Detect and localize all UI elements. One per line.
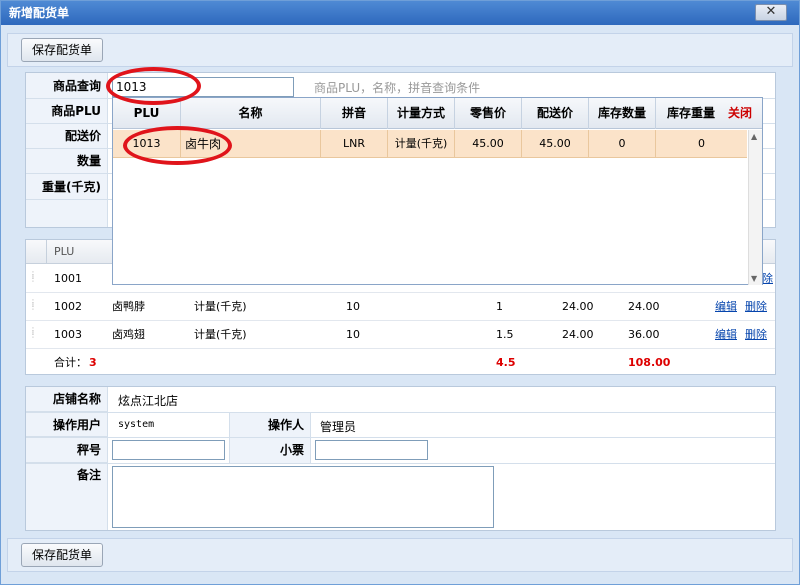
scale-input[interactable] bbox=[112, 440, 225, 460]
total-count: 3 bbox=[89, 356, 97, 369]
row-price: 24.00 bbox=[562, 328, 594, 341]
row-weight: 1 bbox=[496, 300, 503, 313]
row-plu: 1003 bbox=[54, 328, 82, 341]
store-info: 店铺名称 炫点江北店 操作用户 system 操作人 管理员 秤号 小票 备注 bbox=[25, 386, 776, 531]
operator-label: 操作人 bbox=[229, 413, 311, 437]
col-stock-weight: 库存重量 bbox=[666, 106, 715, 120]
total-weight: 4.5 bbox=[496, 356, 516, 369]
row-delete-link[interactable]: 删除 bbox=[745, 293, 767, 321]
row-plu: 1001 bbox=[54, 272, 82, 285]
bottom-toolbar: 保存配货单 bbox=[7, 538, 793, 572]
result-retail: 45.00 bbox=[455, 130, 522, 158]
scroll-up-icon[interactable]: ▲ bbox=[751, 132, 757, 141]
query-result-popup: PLU 名称 拼音 计量方式 零售价 配送价 库存数量 库存重量 关闭 1013… bbox=[112, 97, 763, 285]
highlight-ellipse-result bbox=[123, 126, 232, 165]
save-button-bottom[interactable]: 保存配货单 bbox=[21, 543, 104, 567]
row-code: 10 bbox=[346, 300, 360, 313]
plu-label: 商品PLU bbox=[26, 99, 108, 124]
popup-header: PLU 名称 拼音 计量方式 零售价 配送价 库存数量 库存重量 关闭 bbox=[113, 98, 762, 129]
row-delete-link[interactable]: 删除 bbox=[745, 321, 767, 349]
col-name: 名称 bbox=[181, 98, 321, 129]
user-label: 操作用户 bbox=[26, 413, 108, 437]
row-edit-link[interactable]: 编辑 bbox=[715, 293, 737, 321]
row-delete-link[interactable]: 除 bbox=[762, 265, 773, 293]
col-retail: 零售价 bbox=[455, 98, 522, 129]
row-unit: 计量(千克) bbox=[194, 300, 247, 313]
close-icon[interactable]: ✕ bbox=[755, 4, 787, 21]
scroll-down-icon[interactable]: ▼ bbox=[751, 274, 757, 283]
window-title: 新增配货单 bbox=[9, 6, 70, 20]
total-amount: 108.00 bbox=[628, 356, 671, 369]
query-hint: 商品PLU，名称，拼音查询条件 bbox=[314, 81, 481, 95]
drag-handle-icon[interactable]: ⋮ ⋮ bbox=[29, 271, 37, 285]
result-stock-weight: 0 bbox=[698, 137, 705, 150]
top-toolbar: 保存配货单 bbox=[7, 33, 793, 67]
store-value: 炫点江北店 bbox=[118, 394, 179, 408]
price-label: 配送价 bbox=[26, 124, 108, 149]
store-label: 店铺名称 bbox=[26, 387, 108, 412]
col-delivery: 配送价 bbox=[522, 98, 589, 129]
operator-value: 管理员 bbox=[320, 420, 357, 434]
result-pinyin: LNR bbox=[321, 130, 388, 158]
row-name: 卤鸭脖 bbox=[112, 300, 145, 313]
row-amount: 36.00 bbox=[628, 328, 660, 341]
result-unit: 计量(千克) bbox=[388, 130, 455, 158]
row-code: 10 bbox=[346, 328, 360, 341]
dialog-window: 新增配货单 ✕ 保存配货单 商品查询 商品PLU 配送价 数量 重量(千克) 商… bbox=[0, 0, 800, 585]
row-unit: 计量(千克) bbox=[194, 328, 247, 341]
scale-label: 秤号 bbox=[26, 438, 108, 463]
popup-close-link[interactable]: 关闭 bbox=[728, 98, 752, 129]
total-row: 合计： 3 4.5 108.00 bbox=[26, 349, 775, 377]
drag-handle-icon[interactable]: ⋮ ⋮ bbox=[29, 327, 37, 341]
save-button-top[interactable]: 保存配货单 bbox=[21, 38, 104, 62]
note-label: 备注 bbox=[26, 464, 108, 530]
total-label: 合计： bbox=[54, 356, 87, 369]
drag-handle-icon[interactable]: ⋮ ⋮ bbox=[29, 299, 37, 313]
row-weight: 1.5 bbox=[496, 328, 514, 341]
table-row[interactable]: ⋮ ⋮ 1003 卤鸡翅 计量(千克) 10 1.5 24.00 36.00 编辑… bbox=[26, 321, 775, 349]
note-textarea[interactable] bbox=[112, 466, 494, 528]
row-plu: 1002 bbox=[54, 300, 82, 313]
table-row[interactable]: ⋮ ⋮ 1002 卤鸭脖 计量(千克) 10 1 24.00 24.00 编辑 删… bbox=[26, 293, 775, 321]
query-label: 商品查询 bbox=[26, 73, 108, 99]
popup-scrollbar[interactable]: ▲ ▼ bbox=[748, 130, 762, 285]
col-pinyin: 拼音 bbox=[321, 98, 388, 129]
grid-header-plu: PLU bbox=[54, 245, 75, 258]
weight-label: 重量(千克) bbox=[26, 174, 108, 200]
ticket-label: 小票 bbox=[229, 438, 311, 463]
col-stock-qty: 库存数量 bbox=[589, 98, 656, 129]
qty-label: 数量 bbox=[26, 149, 108, 174]
row-edit-link[interactable]: 编辑 bbox=[715, 321, 737, 349]
ticket-input[interactable] bbox=[315, 440, 428, 460]
title-bar: 新增配货单 ✕ bbox=[1, 1, 799, 25]
row-name: 卤鸡翅 bbox=[112, 328, 145, 341]
user-value: system bbox=[118, 419, 155, 430]
row-price: 24.00 bbox=[562, 300, 594, 313]
col-unit: 计量方式 bbox=[388, 98, 455, 129]
highlight-ellipse-query bbox=[106, 67, 201, 105]
row-amount: 24.00 bbox=[628, 300, 660, 313]
result-delivery: 45.00 bbox=[522, 130, 589, 158]
result-stock-qty: 0 bbox=[589, 130, 656, 158]
